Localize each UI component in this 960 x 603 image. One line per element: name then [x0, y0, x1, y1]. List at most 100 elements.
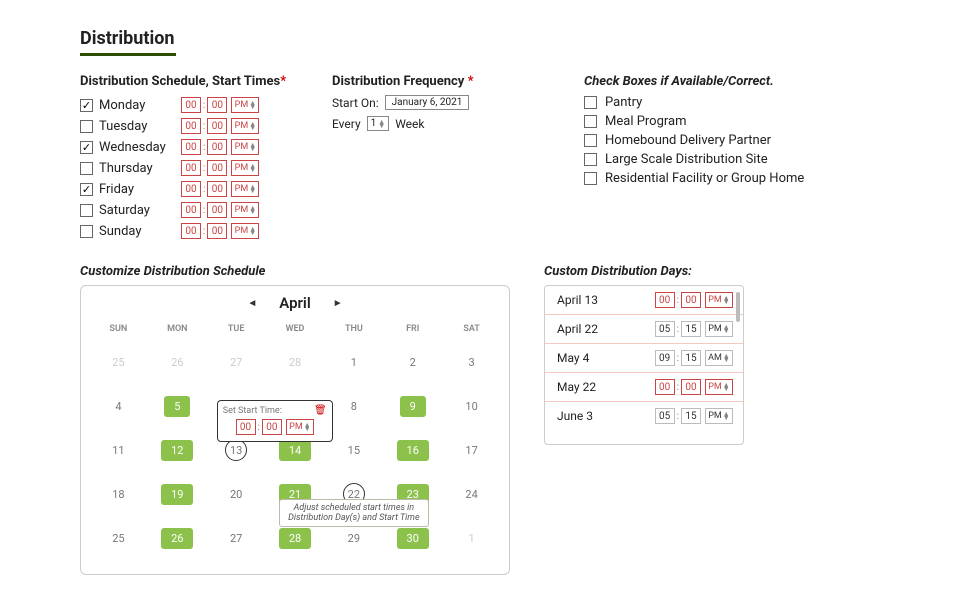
hour-input[interactable]: 00 — [655, 292, 675, 308]
calendar-cell[interactable]: 26 — [148, 528, 207, 549]
prev-month-icon[interactable]: ◄ — [247, 298, 257, 309]
ampm-select[interactable]: PM▲▼ — [231, 181, 259, 197]
calendar-cell[interactable]: 18 — [89, 488, 148, 501]
every-stepper[interactable]: 1▲▼ — [367, 116, 390, 131]
minute-input[interactable]: 00 — [262, 419, 282, 435]
calendar-cell[interactable]: 5 — [148, 396, 207, 417]
calendar-cell[interactable]: 26 — [148, 356, 207, 369]
calendar-cell[interactable]: 14 — [266, 440, 325, 461]
minute-input[interactable]: 00 — [207, 160, 227, 176]
day-checkbox[interactable] — [80, 99, 93, 112]
minute-input[interactable]: 00 — [207, 139, 227, 155]
ampm-select[interactable]: PM▲▼ — [705, 379, 733, 395]
scheduled-day[interactable]: 5 — [164, 396, 190, 417]
scheduled-day[interactable]: 28 — [279, 528, 311, 549]
day-checkbox[interactable] — [80, 225, 93, 238]
minute-input[interactable]: 00 — [681, 292, 701, 308]
calendar-cell[interactable]: 27 — [207, 532, 266, 545]
day-checkbox[interactable] — [80, 162, 93, 175]
minute-input[interactable]: 00 — [207, 202, 227, 218]
scheduled-day[interactable]: 26 — [161, 528, 193, 549]
calendar-cell[interactable]: 3 — [442, 356, 501, 369]
calendar-cell[interactable]: 15 — [324, 444, 383, 457]
hour-input[interactable]: 09 — [655, 350, 675, 366]
calendar-cell[interactable]: 28 — [266, 356, 325, 369]
calendar-cell[interactable]: 25 — [89, 356, 148, 369]
availability-checkbox[interactable] — [584, 134, 597, 147]
calendar-cell[interactable]: 27 — [207, 356, 266, 369]
hour-input[interactable]: 00 — [236, 419, 256, 435]
hour-input[interactable]: 00 — [181, 181, 201, 197]
custom-day-row: May 22 00 : 00 PM▲▼ — [545, 373, 743, 402]
day-checkbox[interactable] — [80, 204, 93, 217]
hour-input[interactable]: 05 — [655, 408, 675, 424]
calendar-cell[interactable]: 13 — [207, 439, 266, 461]
availability-checkbox[interactable] — [584, 153, 597, 166]
hour-input[interactable]: 00 — [181, 118, 201, 134]
calendar-cell[interactable]: 1 — [324, 356, 383, 369]
calendar-cell[interactable]: 8 — [324, 400, 383, 413]
next-month-icon[interactable]: ► — [333, 298, 343, 309]
trash-icon[interactable]: 🗑 — [314, 405, 327, 416]
calendar-cell[interactable]: 30 — [383, 528, 442, 549]
ampm-select[interactable]: PM▲▼ — [231, 97, 259, 113]
ampm-select[interactable]: PM▲▼ — [705, 292, 733, 308]
scheduled-day[interactable]: 16 — [397, 440, 429, 461]
calendar-cell[interactable]: 29 — [324, 532, 383, 545]
hour-input[interactable]: 00 — [655, 379, 675, 395]
day-checkbox[interactable] — [80, 183, 93, 196]
calendar-cell[interactable]: 24 — [442, 488, 501, 501]
ampm-select[interactable]: PM▲▼ — [231, 202, 259, 218]
calendar-cell[interactable]: 22Adjust scheduled start times in Distri… — [324, 483, 383, 505]
ampm-select[interactable]: PM▲▼ — [231, 118, 259, 134]
calendar-cell[interactable]: 9 — [383, 396, 442, 417]
minute-input[interactable]: 00 — [207, 223, 227, 239]
minute-input[interactable]: 15 — [681, 350, 701, 366]
day-row: Thursday 00 : 00 PM▲▼ — [80, 158, 300, 178]
ampm-select[interactable]: PM▲▼ — [705, 321, 733, 337]
hour-input[interactable]: 00 — [181, 223, 201, 239]
calendar-cell[interactable]: 2 — [383, 356, 442, 369]
availability-checkbox[interactable] — [584, 96, 597, 109]
scheduled-day[interactable]: 9 — [400, 396, 426, 417]
hour-input[interactable]: 00 — [181, 202, 201, 218]
ampm-select[interactable]: PM▲▼ — [231, 160, 259, 176]
calendar-cell[interactable]: 1 — [442, 532, 501, 545]
availability-checkbox[interactable] — [584, 115, 597, 128]
minute-input[interactable]: 00 — [681, 379, 701, 395]
calendar-cell[interactable]: 25 — [89, 532, 148, 545]
calendar-cell[interactable]: 20 — [207, 488, 266, 501]
ampm-select[interactable]: PM▲▼ — [231, 139, 259, 155]
calendar-cell[interactable]: 17 — [442, 444, 501, 457]
scrollbar[interactable] — [736, 292, 740, 322]
custom-day[interactable]: 13 — [225, 439, 247, 461]
minute-input[interactable]: 00 — [207, 97, 227, 113]
calendar-cell[interactable]: 16 — [383, 440, 442, 461]
hour-input[interactable]: 00 — [181, 160, 201, 176]
hour-input[interactable]: 00 — [181, 97, 201, 113]
scheduled-day[interactable]: 30 — [397, 528, 429, 549]
calendar-cell[interactable]: 4 — [89, 400, 148, 413]
minute-input[interactable]: 15 — [681, 321, 701, 337]
ampm-select[interactable]: PM▲▼ — [231, 223, 259, 239]
calendar-cell[interactable]: 11 — [89, 444, 148, 457]
scheduled-day[interactable]: 14 — [279, 440, 311, 461]
ampm-select[interactable]: PM▲▼ — [705, 408, 733, 424]
minute-input[interactable]: 15 — [681, 408, 701, 424]
minute-input[interactable]: 00 — [207, 181, 227, 197]
ampm-select[interactable]: AM▲▼ — [705, 350, 733, 366]
calendar-cell[interactable]: 19 — [148, 484, 207, 505]
calendar-cell[interactable]: 28 — [266, 528, 325, 549]
calendar-cell[interactable]: 10 — [442, 400, 501, 413]
calendar-cell[interactable]: 12 — [148, 440, 207, 461]
minute-input[interactable]: 00 — [207, 118, 227, 134]
day-checkbox[interactable] — [80, 141, 93, 154]
hour-input[interactable]: 05 — [655, 321, 675, 337]
hour-input[interactable]: 00 — [181, 139, 201, 155]
start-on-picker[interactable]: January 6, 2021 — [385, 95, 470, 110]
day-checkbox[interactable] — [80, 120, 93, 133]
availability-checkbox[interactable] — [584, 172, 597, 185]
scheduled-day[interactable]: 19 — [161, 484, 193, 505]
scheduled-day[interactable]: 12 — [161, 440, 193, 461]
ampm-select[interactable]: PM▲▼ — [286, 419, 314, 435]
